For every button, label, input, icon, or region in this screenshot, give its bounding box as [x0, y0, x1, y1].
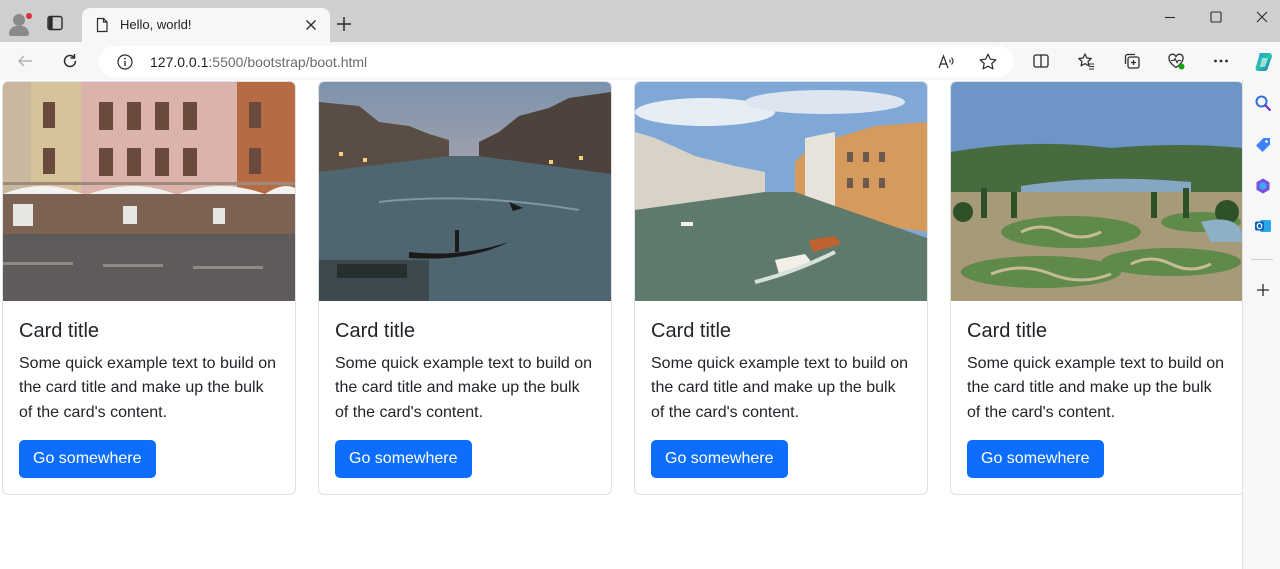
card-title: Card title [967, 320, 1048, 342]
card-image [3, 82, 295, 301]
url-text[interactable]: 127.0.0.1:5500/bootstrap/boot.html [150, 53, 367, 71]
sidebar-divider [1251, 259, 1273, 260]
card-text: Some quick example text to build on the … [651, 355, 909, 421]
search-icon[interactable] [1254, 94, 1272, 112]
tab-strip: Hello, world! [0, 0, 1280, 42]
maximize-icon[interactable] [1208, 9, 1224, 25]
shopping-tag-icon[interactable] [1254, 136, 1272, 154]
url-host: 127.0.0.1 [150, 54, 209, 70]
card: Card title Some quick example text to bu… [318, 81, 612, 495]
page-content: Card title Some quick example text to bu… [0, 80, 1242, 569]
page-icon [94, 17, 110, 33]
card-image [951, 82, 1242, 301]
card: Card title Some quick example text to bu… [2, 81, 296, 495]
split-screen-icon[interactable] [1032, 52, 1050, 70]
card-title: Card title [19, 320, 100, 342]
plus-icon[interactable] [1254, 281, 1272, 299]
card-title: Card title [335, 320, 416, 342]
edge-sidebar [1242, 80, 1280, 569]
card-image [635, 82, 927, 301]
url-path: :5500/bootstrap/boot.html [208, 54, 368, 70]
tab-actions-icon[interactable] [46, 14, 64, 32]
go-somewhere-button[interactable]: Go somewhere [19, 440, 156, 478]
collections-icon[interactable] [1123, 52, 1141, 70]
card: Card title Some quick example text to bu… [634, 81, 928, 495]
card-text: Some quick example text to build on the … [19, 355, 277, 421]
star-icon[interactable] [978, 52, 998, 72]
browser-essentials-icon[interactable] [1167, 52, 1185, 70]
go-somewhere-button[interactable]: Go somewhere [967, 440, 1104, 478]
refresh-icon[interactable] [61, 52, 79, 70]
card-text: Some quick example text to build on the … [335, 355, 593, 421]
card-title: Card title [651, 320, 732, 342]
copilot-icon[interactable] [1252, 50, 1276, 74]
window-close-icon[interactable] [1254, 9, 1270, 25]
arrow-left-icon[interactable] [16, 52, 34, 70]
minimize-icon[interactable] [1162, 9, 1178, 25]
close-icon[interactable] [302, 16, 320, 34]
card-image [319, 82, 611, 301]
card-text: Some quick example text to build on the … [967, 355, 1225, 421]
card: Card title Some quick example text to bu… [950, 81, 1242, 495]
microsoft365-icon[interactable] [1254, 177, 1272, 195]
info-icon[interactable] [116, 53, 134, 71]
active-tab[interactable]: Hello, world! [82, 8, 330, 42]
more-icon[interactable] [1212, 52, 1230, 70]
profile-avatar-icon[interactable] [7, 12, 32, 36]
plus-icon[interactable] [335, 15, 353, 33]
go-somewhere-button[interactable]: Go somewhere [335, 440, 472, 478]
tab-title: Hello, world! [120, 17, 192, 32]
outlook-icon[interactable] [1254, 217, 1272, 235]
go-somewhere-button[interactable]: Go somewhere [651, 440, 788, 478]
address-bar[interactable]: 127.0.0.1:5500/bootstrap/boot.html [99, 46, 1014, 77]
read-aloud-icon[interactable] [937, 53, 955, 71]
browser-toolbar: 127.0.0.1:5500/bootstrap/boot.html [0, 42, 1280, 80]
favorites-icon[interactable] [1077, 52, 1095, 70]
